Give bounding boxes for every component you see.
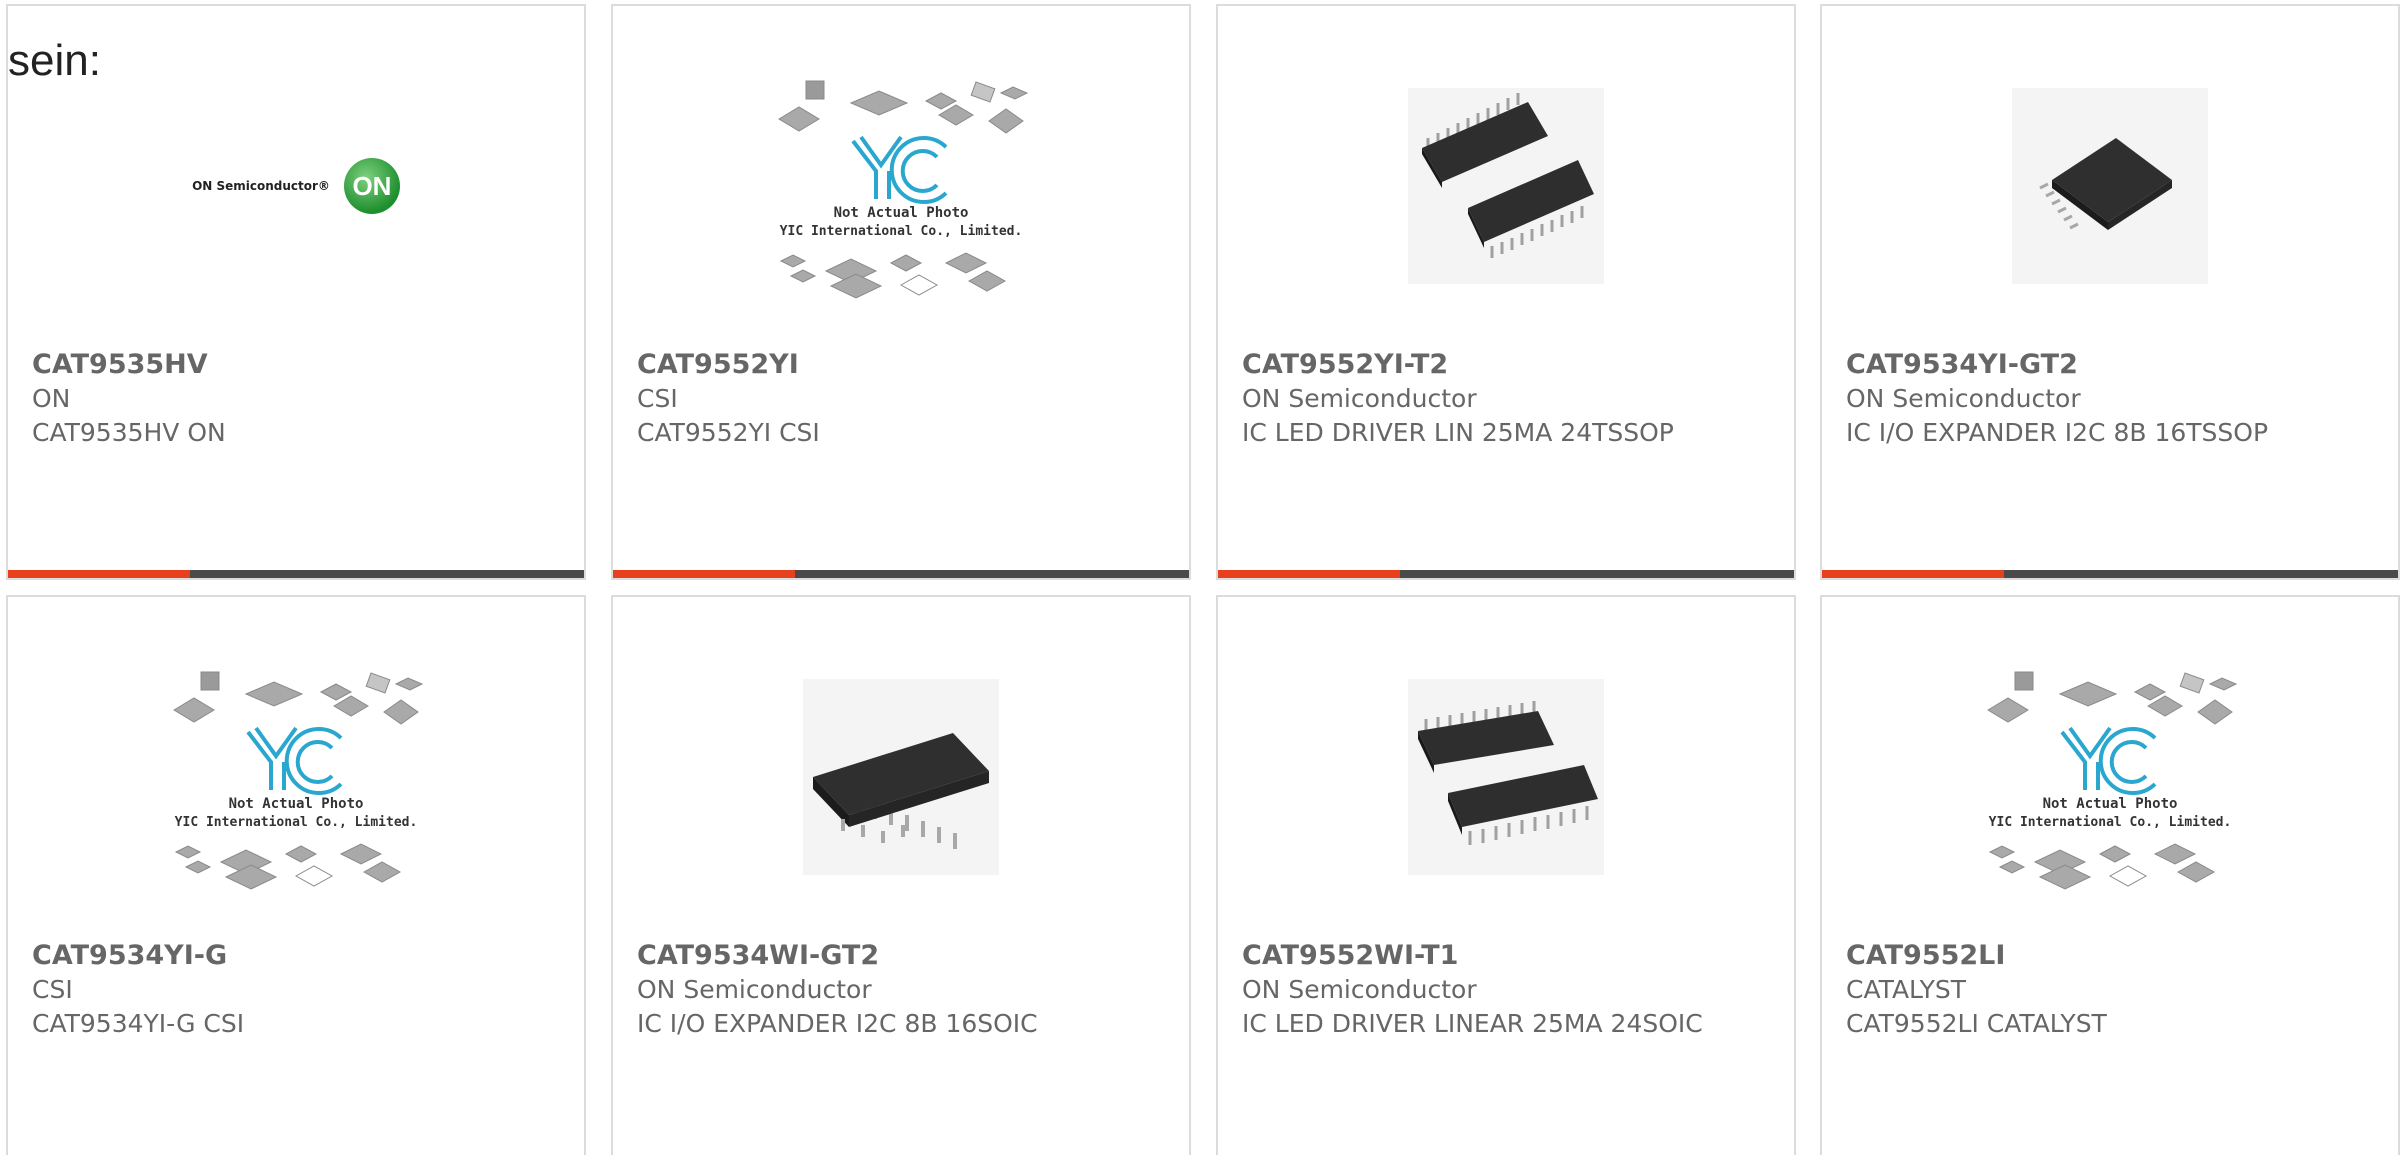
svg-text:Not Actual Photo: Not Actual Photo: [2043, 796, 2178, 812]
product-card[interactable]: CAT9552YI-T2 ON Semiconductor IC LED DRI…: [1216, 4, 1796, 580]
part-number-link[interactable]: CAT9552YI: [637, 348, 1169, 382]
part-number-link[interactable]: CAT9534WI-GT2: [637, 939, 1169, 973]
svg-text:YIC International Co., Limited: YIC International Co., Limited.: [1989, 815, 2232, 830]
part-number-link[interactable]: CAT9534YI-G: [32, 939, 564, 973]
card-bottom-bar: [1822, 570, 2398, 578]
product-image[interactable]: [1218, 26, 1794, 346]
manufacturer: ON: [32, 384, 71, 413]
on-semiconductor-logo: ON Semiconductor® ON: [192, 158, 400, 214]
description: CAT9552LI CATALYST: [1846, 1009, 2107, 1038]
product-card[interactable]: Not Actual Photo YIC International Co., …: [1820, 595, 2400, 1155]
svg-text:Not Actual Photo: Not Actual Photo: [834, 205, 969, 221]
part-number-link[interactable]: CAT9535HV: [32, 348, 564, 382]
card-accent: [1822, 570, 2004, 578]
manufacturer: ON Semiconductor: [1242, 384, 1477, 413]
svg-text:YIC International Co., Limited: YIC International Co., Limited.: [780, 224, 1023, 239]
yic-placeholder-image: Not Actual Photo YIC International Co., …: [173, 671, 424, 890]
description: CAT9552YI CSI: [637, 418, 820, 447]
part-number-link[interactable]: CAT9552WI-T1: [1242, 939, 1774, 973]
manufacturer: CSI: [637, 384, 678, 413]
part-number-link[interactable]: CAT9552LI: [1846, 939, 2378, 973]
card-accent: [8, 570, 190, 578]
product-card[interactable]: CAT9552WI-T1 ON Semiconductor IC LED DRI…: [1216, 595, 1796, 1155]
manufacturer: ON Semiconductor: [637, 975, 872, 1004]
description: CAT9535HV ON: [32, 418, 226, 447]
card-bottom-bar: [613, 570, 1189, 578]
intro-text: sein:: [8, 36, 101, 85]
card-accent: [613, 570, 795, 578]
soic16-chip-photo: [803, 679, 999, 875]
manufacturer: CSI: [32, 975, 73, 1004]
card-bottom-bar: [1218, 570, 1794, 578]
product-card[interactable]: Not Actual Photo YIC International Co., …: [611, 4, 1191, 580]
manufacturer: ON Semiconductor: [1846, 384, 2081, 413]
part-number-link[interactable]: CAT9552YI-T2: [1242, 348, 1774, 382]
description: IC LED DRIVER LINEAR 25MA 24SOIC: [1242, 1009, 1703, 1038]
tssop-chip-photo: [1408, 88, 1604, 284]
product-image[interactable]: Not Actual Photo YIC International Co., …: [613, 26, 1189, 346]
manufacturer: ON Semiconductor: [1242, 975, 1477, 1004]
product-card[interactable]: ON Semiconductor® ON CAT9535HV ON CAT953…: [6, 4, 586, 580]
product-image[interactable]: Not Actual Photo YIC International Co., …: [8, 617, 584, 937]
card-bottom-bar: [8, 570, 584, 578]
tssop16-chip-photo: [2012, 88, 2208, 284]
description: IC LED DRIVER LIN 25MA 24TSSOP: [1242, 418, 1674, 447]
card-accent: [1218, 570, 1400, 578]
product-card[interactable]: Not Actual Photo YIC International Co., …: [6, 595, 586, 1155]
product-grid-page: sein: ON Semiconductor® ON CAT9535HV ON …: [0, 0, 2400, 1155]
description: IC I/O EXPANDER I2C 8B 16TSSOP: [1846, 418, 2269, 447]
product-image[interactable]: [613, 617, 1189, 937]
manufacturer: CATALYST: [1846, 975, 1967, 1004]
soic24-chip-photo: [1408, 679, 1604, 875]
description: IC I/O EXPANDER I2C 8B 16SOIC: [637, 1009, 1038, 1038]
part-number-link[interactable]: CAT9534YI-GT2: [1846, 348, 2378, 382]
product-card[interactable]: CAT9534WI-GT2 ON Semiconductor IC I/O EX…: [611, 595, 1191, 1155]
yic-placeholder-image: Not Actual Photo YIC International Co., …: [1987, 671, 2238, 890]
product-image[interactable]: Not Actual Photo YIC International Co., …: [1822, 617, 2398, 937]
product-image[interactable]: [1218, 617, 1794, 937]
description: CAT9534YI-G CSI: [32, 1009, 245, 1038]
yic-placeholder-image: Not Actual Photo YIC International Co., …: [778, 80, 1029, 299]
product-image[interactable]: [1822, 26, 2398, 346]
product-card[interactable]: CAT9534YI-GT2 ON Semiconductor IC I/O EX…: [1820, 4, 2400, 580]
svg-text:Not Actual Photo: Not Actual Photo: [229, 796, 364, 812]
svg-text:YIC International Co., Limited: YIC International Co., Limited.: [175, 815, 418, 830]
